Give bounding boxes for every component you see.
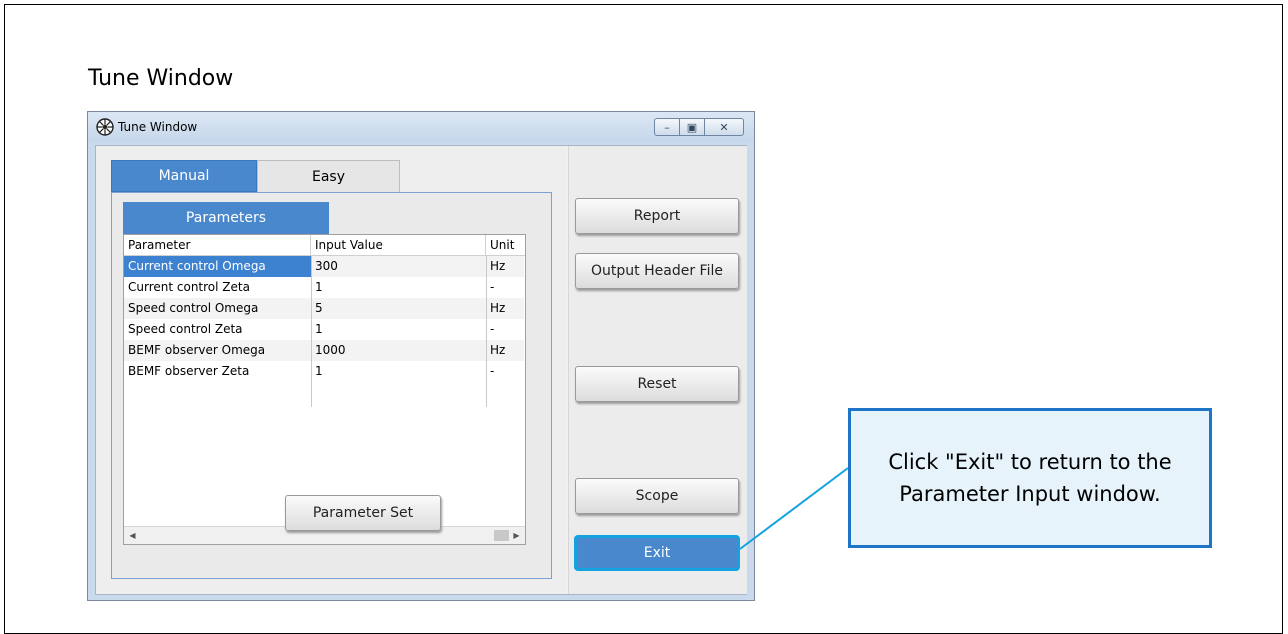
value-cell[interactable]: 1000 (311, 340, 486, 361)
callout-line-1: Click "Exit" to return to the (888, 450, 1172, 474)
parameter-cell[interactable]: Speed control Omega (124, 298, 311, 319)
parameter-cell[interactable]: Current control Zeta (124, 277, 311, 298)
column-divider (486, 255, 487, 407)
table-row[interactable]: Current control Zeta 1 - (124, 277, 525, 298)
value-cell[interactable]: 1 (311, 277, 486, 298)
figure-heading: Tune Window (88, 66, 234, 91)
reset-button[interactable]: Reset (575, 366, 739, 402)
unit-cell: Hz (486, 298, 524, 319)
unit-cell: Hz (486, 340, 524, 361)
minimize-icon[interactable]: – (654, 118, 680, 136)
scope-button[interactable]: Scope (575, 478, 739, 514)
tab-manual[interactable]: Manual (111, 160, 257, 192)
app-icon (96, 118, 114, 136)
unit-cell: - (486, 277, 524, 298)
tab-parameters[interactable]: Parameters (123, 202, 329, 234)
column-header-unit[interactable]: Unit (486, 235, 524, 255)
scroll-left-icon[interactable]: ◀ (124, 527, 141, 544)
scrollbar-thumb[interactable] (494, 530, 509, 541)
report-button[interactable]: Report (575, 198, 739, 234)
value-cell[interactable]: 1 (311, 361, 486, 382)
unit-cell: - (486, 319, 524, 340)
unit-cell: - (486, 361, 524, 382)
parameter-cell[interactable]: BEMF observer Omega (124, 340, 311, 361)
column-header-input-value[interactable]: Input Value (311, 235, 486, 255)
table-row[interactable]: Speed control Omega 5 Hz (124, 298, 525, 319)
table-row[interactable]: BEMF observer Zeta 1 - (124, 361, 525, 382)
close-icon[interactable]: ✕ (704, 118, 744, 136)
table-row[interactable]: Speed control Zeta 1 - (124, 319, 525, 340)
callout-line-2: Parameter Input window. (899, 482, 1161, 506)
table-row[interactable]: Current control Omega 300 Hz (124, 256, 525, 277)
value-cell[interactable]: 300 (311, 256, 486, 277)
grid-rows: Current control Omega 300 Hz Current con… (124, 256, 525, 382)
unit-cell: Hz (486, 256, 524, 277)
parameter-set-button[interactable]: Parameter Set (285, 495, 441, 531)
exit-callout: Click "Exit" to return to the Parameter … (848, 408, 1212, 548)
grid-header: Parameter Input Value Unit (124, 235, 525, 256)
output-header-file-button[interactable]: Output Header File (575, 253, 739, 289)
parameter-cell[interactable]: BEMF observer Zeta (124, 361, 311, 382)
window-title: Tune Window (118, 120, 198, 134)
column-divider (311, 255, 312, 407)
tab-easy[interactable]: Easy (257, 160, 400, 192)
value-cell[interactable]: 1 (311, 319, 486, 340)
callout-text: Click "Exit" to return to the Parameter … (888, 446, 1171, 510)
maximize-icon[interactable]: ▣ (679, 118, 705, 136)
title-bar[interactable]: Tune Window – ▣ ✕ (88, 112, 754, 142)
parameter-cell[interactable]: Current control Omega (124, 256, 311, 277)
parameter-cell[interactable]: Speed control Zeta (124, 319, 311, 340)
value-cell[interactable]: 5 (311, 298, 486, 319)
exit-button[interactable]: Exit (574, 535, 740, 571)
window-controls: – ▣ ✕ (654, 118, 744, 136)
table-row[interactable]: BEMF observer Omega 1000 Hz (124, 340, 525, 361)
column-header-parameter[interactable]: Parameter (124, 235, 311, 255)
scroll-right-icon[interactable]: ▶ (508, 527, 525, 544)
